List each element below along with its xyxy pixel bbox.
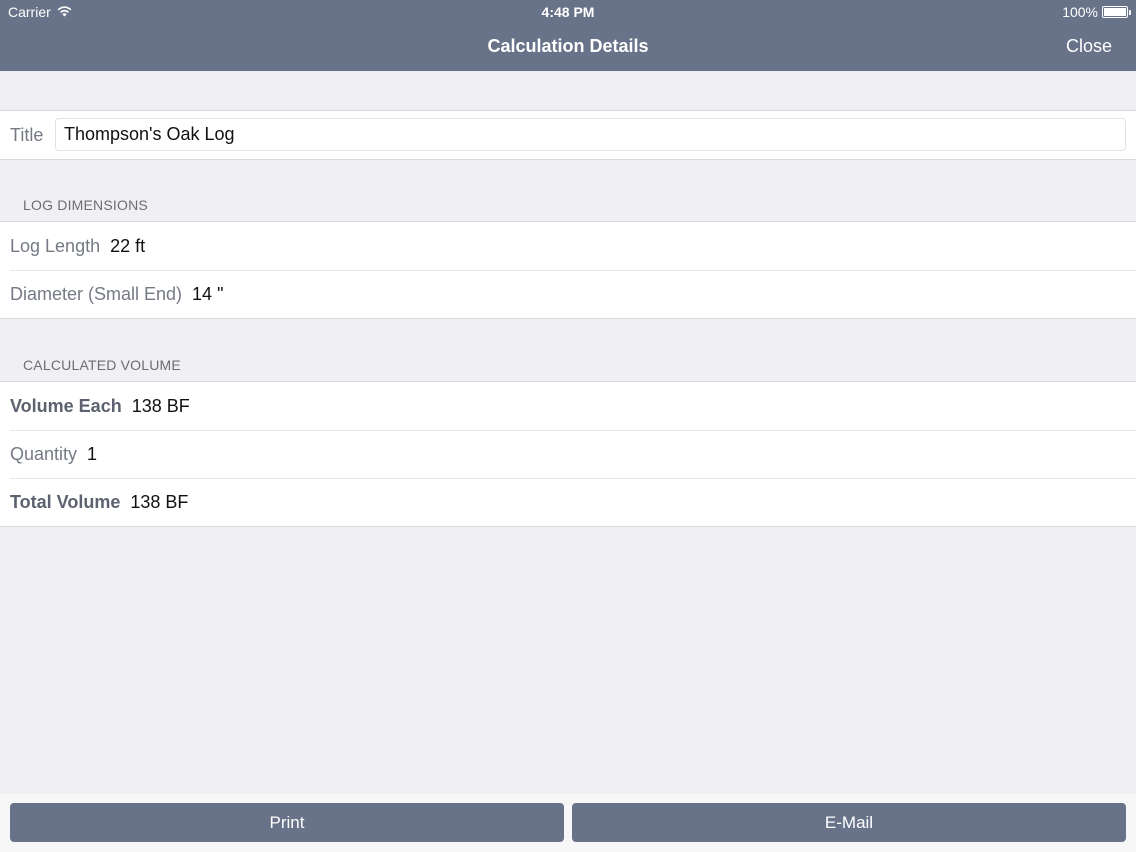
- log-length-row[interactable]: Log Length 22 ft: [0, 222, 1136, 270]
- close-button[interactable]: Close: [1066, 36, 1112, 57]
- calculated-volume-group: Volume Each 138 BF Quantity 1 Total Volu…: [0, 381, 1136, 527]
- quantity-row[interactable]: Quantity 1: [0, 430, 1136, 478]
- battery-percent: 100%: [1062, 4, 1098, 20]
- log-length-label: Log Length: [10, 235, 101, 256]
- navigation-bar: Carrier 4:48 PM 100% Calculation Details…: [0, 0, 1136, 71]
- log-length-value: 22 ft: [110, 235, 146, 256]
- status-bar: Carrier 4:48 PM 100%: [0, 0, 1136, 24]
- diameter-value: 14 ": [192, 283, 224, 304]
- diameter-label: Diameter (Small End): [10, 283, 183, 304]
- email-button[interactable]: E-Mail: [572, 803, 1126, 842]
- status-right: 100%: [1062, 4, 1131, 20]
- volume-each-label: Volume Each: [10, 395, 122, 416]
- total-volume-label: Total Volume: [10, 491, 121, 512]
- calculated-volume-header: CALCULATED VOLUME: [23, 357, 181, 373]
- nav-title: Calculation Details: [487, 36, 649, 56]
- title-input[interactable]: [55, 118, 1126, 151]
- log-dimensions-group: Log Length 22 ft Diameter (Small End) 14…: [0, 221, 1136, 319]
- total-volume-value: 138 BF: [130, 491, 189, 512]
- volume-each-value: 138 BF: [131, 395, 190, 416]
- title-row: Title: [0, 111, 1136, 159]
- diameter-row[interactable]: Diameter (Small End) 14 ": [0, 270, 1136, 318]
- battery-icon: [1102, 6, 1131, 18]
- quantity-value: 1: [87, 443, 98, 464]
- volume-each-row: Volume Each 138 BF: [0, 382, 1136, 430]
- total-volume-row: Total Volume 138 BF: [0, 478, 1136, 526]
- title-label: Title: [10, 124, 44, 145]
- print-button[interactable]: Print: [10, 803, 564, 842]
- quantity-label: Quantity: [10, 443, 78, 464]
- log-dimensions-header: LOG DIMENSIONS: [23, 197, 148, 213]
- bottom-toolbar: Print E-Mail: [0, 794, 1136, 852]
- title-group: Title: [0, 110, 1136, 160]
- status-time: 4:48 PM: [541, 4, 595, 20]
